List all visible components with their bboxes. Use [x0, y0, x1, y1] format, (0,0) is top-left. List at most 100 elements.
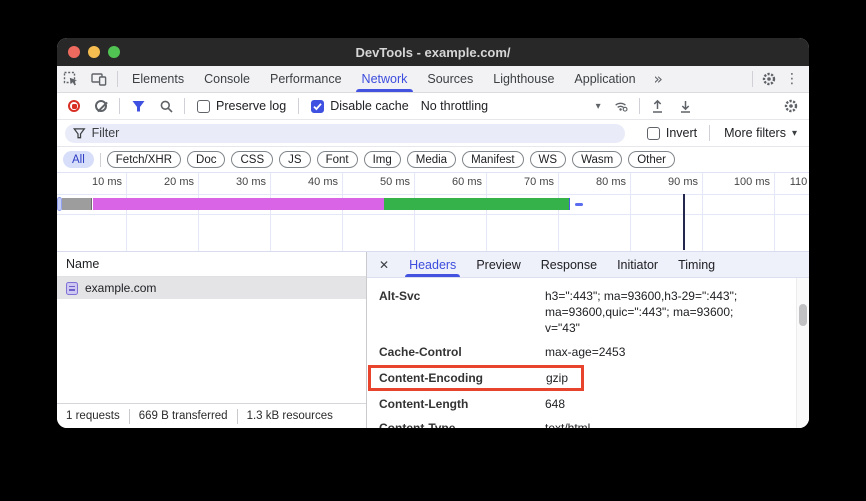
tab-initiator[interactable]: Initiator	[607, 252, 668, 277]
network-conditions-icon[interactable]	[613, 98, 629, 114]
chip-other[interactable]: Other	[628, 151, 675, 168]
tab-label: Network	[362, 72, 408, 86]
more-filters-label: More filters	[724, 126, 786, 140]
header-row-content-encoding[interactable]: Content-Encoding gzip	[371, 370, 581, 386]
request-row-example-com[interactable]: example.com	[57, 277, 366, 299]
devtools-tabbar: Elements Console Performance Network Sou…	[57, 66, 809, 93]
dropdown-arrow-icon: ▾	[792, 128, 797, 139]
tab-sources[interactable]: Sources	[417, 66, 483, 92]
tab-label: Initiator	[617, 258, 658, 272]
timeline-gridline	[198, 173, 199, 251]
chip-fetch-xhr[interactable]: Fetch/XHR	[107, 151, 181, 168]
timeline-tick-label: 80 ms	[570, 176, 626, 188]
header-value: 648	[545, 396, 760, 412]
network-settings-gear-icon[interactable]	[783, 98, 799, 114]
kebab-menu-icon[interactable]: ⋮	[781, 71, 809, 87]
preserve-log-checkbox[interactable]: Preserve log	[189, 99, 294, 113]
record-button[interactable]	[68, 100, 80, 112]
chip-img[interactable]: Img	[364, 151, 401, 168]
detail-tabbar: ✕ Headers Preview Response Initiator Tim…	[367, 252, 809, 278]
checkbox-unchecked[interactable]	[647, 127, 660, 140]
overview-band-bottom-line	[57, 214, 809, 215]
throttling-value: No throttling	[421, 99, 488, 113]
waterfall-load-dash	[575, 203, 583, 206]
devtools-window: DevTools - example.com/ Elements Console…	[57, 38, 809, 428]
chip-js[interactable]: JS	[279, 151, 310, 168]
tab-label: Console	[204, 72, 250, 86]
device-toolbar-icon[interactable]	[91, 71, 107, 87]
more-tabs-icon[interactable]: »	[646, 70, 669, 88]
tab-performance[interactable]: Performance	[260, 66, 352, 92]
network-overview-timeline[interactable]: 10 ms 20 ms 30 ms 40 ms 50 ms 60 ms 70 m…	[57, 172, 809, 252]
network-main-area: Name example.com 1 requests 669 B transf…	[57, 252, 809, 428]
tab-lighthouse[interactable]: Lighthouse	[483, 66, 564, 92]
dropdown-arrow-icon: ▾	[596, 101, 607, 112]
tab-elements[interactable]: Elements	[122, 66, 194, 92]
detail-scrollbar[interactable]	[796, 278, 809, 428]
divider	[298, 98, 299, 114]
divider	[117, 71, 118, 87]
disable-cache-label: Disable cache	[330, 99, 409, 113]
overview-band-top-line	[57, 194, 809, 195]
header-key: Content-Length	[379, 396, 545, 412]
settings-gear-icon[interactable]	[761, 71, 777, 87]
chip-manifest[interactable]: Manifest	[462, 151, 523, 168]
titlebar: DevTools - example.com/	[57, 38, 809, 66]
timeline-gridline	[126, 173, 127, 251]
header-key: Alt-Svc	[379, 288, 545, 336]
tab-timing[interactable]: Timing	[668, 252, 725, 277]
scrollbar-thumb[interactable]	[799, 304, 807, 326]
checkbox-checked[interactable]	[311, 100, 324, 113]
checkbox-unchecked[interactable]	[197, 100, 210, 113]
chip-all[interactable]: All	[63, 151, 94, 168]
filter-funnel-small-icon	[73, 127, 86, 140]
waterfall-segment-waiting	[93, 198, 384, 210]
request-detail-panel: ✕ Headers Preview Response Initiator Tim…	[367, 252, 809, 428]
timeline-gridline	[486, 173, 487, 251]
name-column-header[interactable]: Name	[57, 252, 366, 277]
header-row-content-type[interactable]: Content-Type text/html	[367, 416, 795, 428]
header-row-cache-control[interactable]: Cache-Control max-age=2453	[367, 340, 795, 364]
inspect-element-icon[interactable]	[63, 71, 79, 87]
timeline-tick-label: 60 ms	[426, 176, 482, 188]
import-har-icon[interactable]	[650, 98, 666, 114]
search-icon[interactable]	[158, 98, 174, 114]
chip-font[interactable]: Font	[317, 151, 358, 168]
timeline-tick-label: 110 ms	[769, 176, 809, 188]
tab-preview[interactable]: Preview	[466, 252, 530, 277]
disable-cache-checkbox[interactable]: Disable cache	[303, 99, 417, 113]
header-row-content-length[interactable]: Content-Length 648	[367, 392, 795, 416]
invert-checkbox[interactable]: Invert	[639, 126, 705, 140]
highlight-box: Content-Encoding gzip	[368, 365, 584, 391]
header-row-alt-svc[interactable]: Alt-Svc h3=":443"; ma=93600,h3-29=":443"…	[367, 284, 795, 340]
filter-input[interactable]	[92, 126, 617, 140]
network-toolbar: Preserve log Disable cache No throttling…	[57, 93, 809, 120]
export-har-icon[interactable]	[678, 98, 694, 114]
tab-label: Preview	[476, 258, 520, 272]
more-filters-button[interactable]: More filters ▾	[714, 126, 809, 140]
header-key: Cache-Control	[379, 344, 545, 360]
tab-label: Timing	[678, 258, 715, 272]
timeline-gridline	[558, 173, 559, 251]
tab-headers[interactable]: Headers	[399, 252, 466, 277]
chip-ws[interactable]: WS	[530, 151, 567, 168]
throttling-select[interactable]: No throttling ▾	[417, 99, 607, 113]
timeline-gridline	[270, 173, 271, 251]
clear-button[interactable]	[95, 100, 107, 112]
filter-input-wrap[interactable]	[65, 124, 625, 143]
tab-application[interactable]: Application	[564, 66, 645, 92]
divider	[752, 71, 753, 87]
tab-console[interactable]: Console	[194, 66, 260, 92]
invert-label: Invert	[666, 126, 697, 140]
tab-response[interactable]: Response	[531, 252, 607, 277]
chip-wasm[interactable]: Wasm	[572, 151, 622, 168]
timeline-gridline	[414, 173, 415, 251]
filter-funnel-icon[interactable]	[130, 98, 146, 114]
tab-label: Lighthouse	[493, 72, 554, 86]
chip-doc[interactable]: Doc	[187, 151, 225, 168]
tab-label: Elements	[132, 72, 184, 86]
chip-css[interactable]: CSS	[231, 151, 273, 168]
close-icon[interactable]: ✕	[367, 258, 399, 272]
tab-network[interactable]: Network	[352, 66, 418, 92]
chip-media[interactable]: Media	[407, 151, 456, 168]
